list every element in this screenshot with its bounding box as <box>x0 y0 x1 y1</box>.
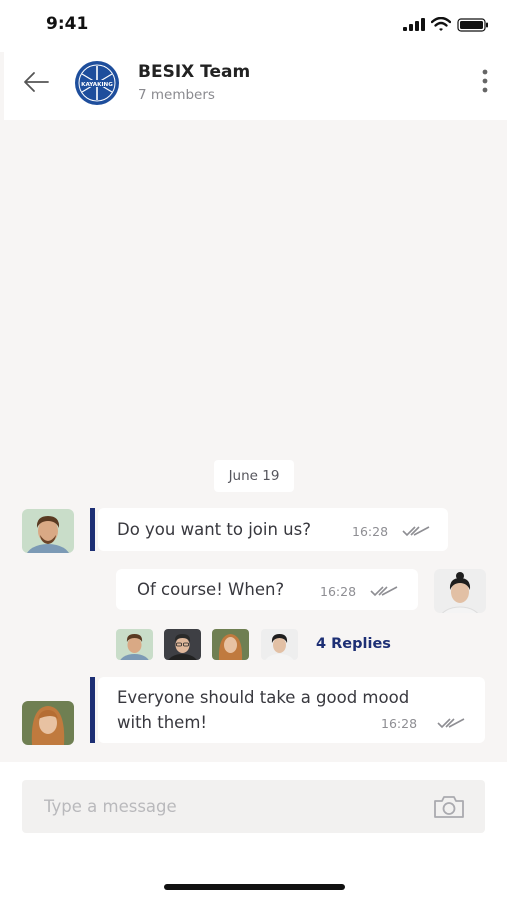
reply-avatar[interactable] <box>164 629 201 660</box>
message-composer <box>22 780 485 833</box>
message-text: Do you want to join us? <box>117 520 311 539</box>
message-input[interactable] <box>22 780 422 833</box>
sender-avatar[interactable] <box>22 509 74 553</box>
message-time: 16:28 <box>320 584 357 599</box>
my-avatar[interactable] <box>434 569 486 613</box>
status-icons <box>403 17 489 32</box>
member-count: 7 members <box>138 87 215 103</box>
message-bubble[interactable]: Of course! When? 16:28 <box>116 569 418 610</box>
message-accent-bar <box>90 677 95 743</box>
signal-icon <box>403 18 425 31</box>
back-arrow-icon[interactable] <box>22 70 50 94</box>
double-check-icon <box>370 586 398 597</box>
double-check-icon <box>437 718 465 729</box>
chat-header: KAYAKING BESIX Team 7 members <box>4 52 507 120</box>
message-time: 16:28 <box>381 716 418 731</box>
battery-icon <box>457 17 488 32</box>
double-check-icon <box>402 526 430 537</box>
more-vertical-icon[interactable] <box>481 68 489 94</box>
camera-icon[interactable] <box>433 795 465 819</box>
status-time: 9:41 <box>46 14 89 34</box>
replies-link[interactable]: 4 Replies <box>316 636 391 652</box>
reply-avatar[interactable] <box>212 629 249 660</box>
message-text: with them! <box>117 713 208 732</box>
avatar-logo-text: KAYAKING <box>81 82 113 88</box>
date-separator: June 19 <box>214 460 294 492</box>
message-time: 16:28 <box>352 524 389 539</box>
group-name[interactable]: BESIX Team <box>138 62 250 82</box>
message-accent-bar <box>90 508 95 551</box>
home-indicator <box>164 884 345 890</box>
group-avatar[interactable]: KAYAKING <box>74 60 120 106</box>
message-bubble[interactable]: Do you want to join us? 16:28 <box>98 508 448 551</box>
sender-avatar[interactable] <box>22 701 74 745</box>
message-bubble[interactable]: Everyone should take a good mood with th… <box>98 677 485 743</box>
reply-avatar[interactable] <box>116 629 153 660</box>
message-text: Everyone should take a good mood <box>117 688 410 707</box>
wifi-icon <box>431 17 451 31</box>
message-text: Of course! When? <box>137 580 285 599</box>
reply-avatar[interactable] <box>261 629 298 660</box>
status-bar: 9:41 <box>0 0 507 52</box>
